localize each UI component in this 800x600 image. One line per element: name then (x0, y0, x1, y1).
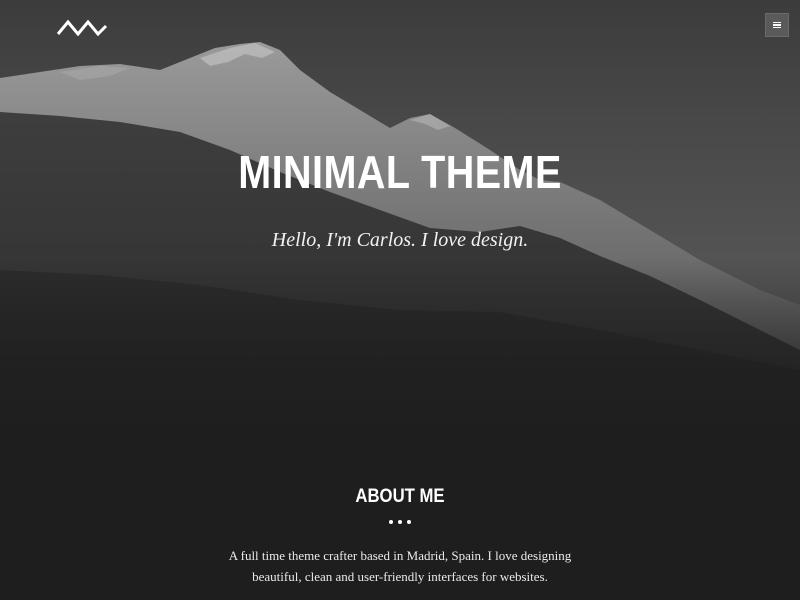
three-dots-icon (389, 520, 411, 526)
site-tagline: Hello, I'm Carlos. I love design. (271, 229, 529, 251)
hamburger-menu-icon (773, 21, 781, 29)
about-text-line-1: A full time theme crafter based in Madri… (228, 548, 572, 563)
site-title: MINIMAL THEME (238, 146, 562, 198)
page: MINIMAL THEME Hello, I'm Carlos. I love … (0, 0, 800, 600)
about-text-line-2: beautiful, clean and user-friendly inter… (252, 569, 548, 584)
about-heading: ABOUT ME (355, 486, 445, 507)
about-text: A full time theme crafter based in Madri… (200, 545, 600, 587)
mountain-logo-icon[interactable] (56, 14, 108, 38)
menu-button[interactable] (765, 13, 789, 37)
